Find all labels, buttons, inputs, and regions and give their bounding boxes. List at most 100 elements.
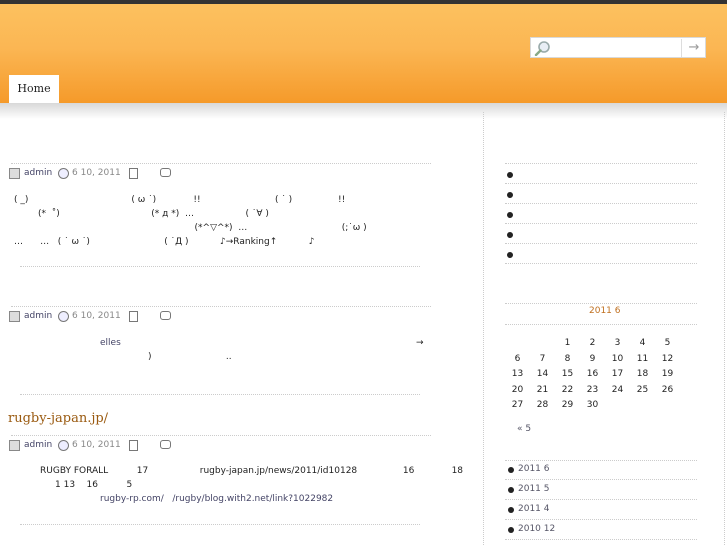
divider	[505, 460, 697, 461]
calendar-day[interactable]: 8	[555, 354, 580, 364]
user-icon	[9, 168, 20, 179]
arrow-icon: →	[416, 338, 424, 348]
calendar-day[interactable]: 14	[530, 369, 555, 379]
post-link[interactable]: elles	[100, 338, 121, 349]
calendar-day[interactable]: 19	[655, 369, 680, 379]
calendar-day[interactable]: 23	[580, 385, 605, 395]
search-go-button[interactable]: →	[681, 39, 706, 57]
calendar-day[interactable]: 2	[580, 338, 605, 348]
archive-bullet	[508, 527, 514, 533]
calendar-day[interactable]: 16	[580, 369, 605, 379]
archive-bullet	[508, 507, 514, 513]
calendar-day[interactable]: 13	[505, 369, 530, 379]
divider	[505, 499, 697, 500]
post-author[interactable]: admin	[24, 311, 52, 321]
clock-icon	[58, 168, 69, 179]
post-meta: admin 6 10, 2011	[9, 168, 179, 180]
clock-icon	[58, 440, 69, 451]
post-author[interactable]: admin	[24, 440, 52, 450]
divider	[505, 243, 697, 244]
calendar-day[interactable]: 5	[655, 338, 680, 348]
archive-bullet	[508, 487, 514, 493]
divider	[11, 306, 431, 307]
calendar-day[interactable]: 11	[630, 354, 655, 364]
divider	[505, 163, 697, 164]
header-shadow	[0, 103, 727, 119]
archive-link[interactable]: 2011 4	[518, 504, 550, 514]
divider	[505, 519, 697, 520]
calendar-day[interactable]: 24	[605, 385, 630, 395]
divider	[20, 266, 420, 267]
arrow-right-icon: →	[688, 40, 700, 55]
search-input[interactable]	[555, 40, 679, 55]
post-text-line: 1 13 16 5	[55, 480, 133, 490]
sidebar-right-border	[724, 112, 725, 545]
calendar-day[interactable]: 9	[580, 354, 605, 364]
calendar-day[interactable]: 12	[655, 354, 680, 364]
divider	[505, 223, 697, 224]
post-text-line: (*^▽^*) … (;˙ω )	[0, 223, 367, 233]
calendar-day[interactable]: 18	[630, 369, 655, 379]
calendar-day[interactable]: 7	[530, 354, 555, 364]
sidebar-list-item[interactable]	[507, 172, 513, 178]
archive-bullet	[508, 467, 514, 473]
post-text-line: ) ..	[148, 352, 232, 362]
post-title[interactable]: rugby-japan.jp/	[8, 411, 108, 426]
divider	[11, 435, 431, 436]
post-meta: admin 6 10, 2011	[9, 440, 179, 452]
post-text-line: (* ˚) (* д *) … ( ˙∀ )	[38, 209, 269, 219]
divider	[505, 479, 697, 480]
post-date: 6 10, 2011	[72, 168, 121, 178]
comment-icon[interactable]	[160, 440, 171, 449]
divider	[20, 394, 420, 395]
sidebar-list-item[interactable]	[507, 232, 513, 238]
user-icon	[9, 440, 20, 451]
calendar-day[interactable]: 26	[655, 385, 680, 395]
category-icon[interactable]	[129, 168, 138, 179]
archive-link[interactable]: 2011 6	[518, 464, 550, 474]
comment-icon[interactable]	[160, 311, 171, 320]
sidebar-list-item[interactable]	[507, 192, 513, 198]
calendar-day[interactable]: 6	[505, 354, 530, 364]
post-link[interactable]: rugby-rp.com/ /rugby/blog.with2.net/link…	[100, 494, 333, 505]
tab-home[interactable]: Home	[9, 75, 59, 103]
user-icon	[9, 311, 20, 322]
calendar-prev-link[interactable]: « 5	[517, 424, 531, 434]
sidebar-divider	[483, 112, 484, 545]
divider	[11, 163, 431, 164]
post-date: 6 10, 2011	[72, 311, 121, 321]
divider	[505, 183, 697, 184]
post-meta: admin 6 10, 2011	[9, 311, 179, 323]
calendar-day[interactable]: 28	[530, 400, 555, 410]
calendar-day[interactable]: 27	[505, 400, 530, 410]
sidebar-list-item[interactable]	[507, 252, 513, 258]
calendar-day[interactable]: 20	[505, 385, 530, 395]
calendar-day[interactable]: 1	[555, 338, 580, 348]
category-icon[interactable]	[129, 311, 138, 322]
calendar-day[interactable]: 25	[630, 385, 655, 395]
calendar-day[interactable]: 10	[605, 354, 630, 364]
calendar-day[interactable]: 21	[530, 385, 555, 395]
post-date: 6 10, 2011	[72, 440, 121, 450]
calendar-day[interactable]: 22	[555, 385, 580, 395]
post-text-line: RUGBY FORALL 17 rugby-japan.jp/news/2011…	[40, 466, 464, 476]
archive-link[interactable]: 2010 12	[518, 524, 555, 534]
calendar-day[interactable]: 17	[605, 369, 630, 379]
calendar-day[interactable]: 30	[580, 400, 605, 410]
divider	[505, 539, 697, 540]
divider	[505, 203, 697, 204]
divider	[505, 303, 697, 304]
comment-icon[interactable]	[160, 168, 171, 177]
divider	[505, 324, 697, 325]
calendar-day[interactable]: 3	[605, 338, 630, 348]
calendar-day[interactable]: 15	[555, 369, 580, 379]
post-text-line: … … ( ˙ ω ˙) ( ˙Д ) ♪→Ranking↑ ♪	[14, 237, 315, 247]
archive-link[interactable]: 2011 5	[518, 484, 550, 494]
search-box[interactable]: →	[530, 37, 706, 58]
sidebar-list-item[interactable]	[507, 212, 513, 218]
calendar-day[interactable]: 29	[555, 400, 580, 410]
post-author[interactable]: admin	[24, 168, 52, 178]
clock-icon	[58, 311, 69, 322]
calendar-day[interactable]: 4	[630, 338, 655, 348]
category-icon[interactable]	[129, 440, 138, 451]
